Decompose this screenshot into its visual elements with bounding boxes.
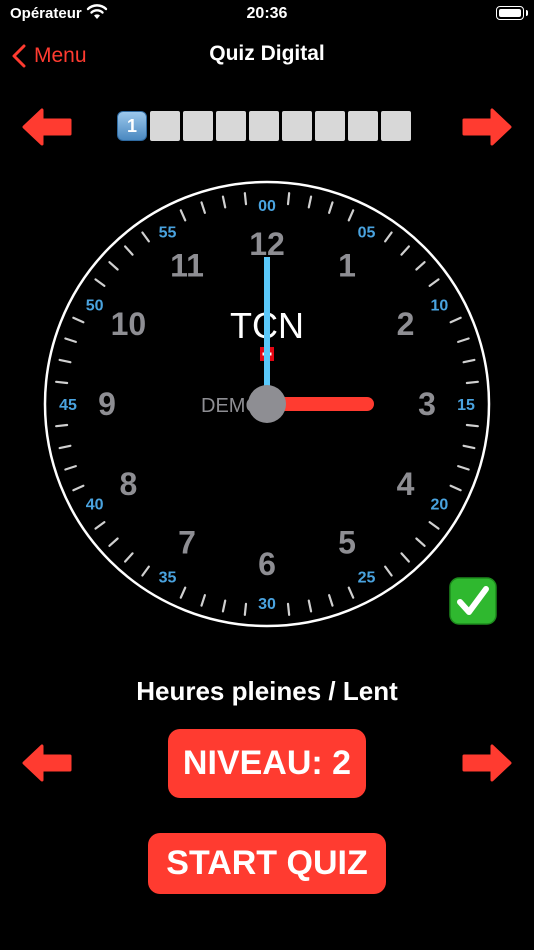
next-question-arrow-icon[interactable] [462, 108, 512, 146]
hour-numeral: 6 [258, 546, 276, 582]
battery-icon [496, 6, 528, 20]
minute-label: 15 [457, 397, 475, 414]
minute-label: 45 [59, 397, 77, 414]
minute-tick [286, 192, 291, 206]
progress-cell [348, 111, 378, 141]
progress-cell [150, 111, 180, 141]
hour-numeral: 4 [397, 466, 415, 502]
previous-question-arrow-icon[interactable] [22, 108, 72, 146]
hour-numeral: 1 [338, 247, 356, 283]
minute-tick [465, 380, 479, 385]
progress-cell [282, 111, 312, 141]
progress-cell-current: 1 [117, 111, 147, 141]
page-title: Quiz Digital [209, 42, 325, 65]
center-pin [248, 385, 286, 423]
minute-label: 55 [159, 225, 177, 242]
hour-numeral: 12 [249, 226, 285, 262]
minute-label: 20 [430, 497, 448, 514]
mode-label: Heures pleines / Lent [136, 676, 398, 706]
minute-label: 30 [258, 596, 276, 613]
hour-numeral: 5 [338, 525, 356, 561]
check-mark-icon [449, 577, 497, 625]
progress-cell [216, 111, 246, 141]
start-quiz-button[interactable]: START QUIZ [148, 833, 386, 894]
hour-numeral: 9 [98, 386, 116, 422]
hour-numeral: 8 [120, 466, 138, 502]
minute-tick [55, 380, 69, 385]
minute-label: 50 [86, 298, 104, 315]
minute-label: 25 [358, 569, 376, 586]
minute-tick [243, 602, 248, 616]
progress-cell [381, 111, 411, 141]
minute-label: 05 [358, 225, 376, 242]
minute-tick [465, 423, 479, 428]
level-button[interactable]: NIVEAU: 2 [168, 729, 366, 798]
minute-label: 10 [430, 298, 448, 315]
status-bar: Opérateur 20:36 [0, 0, 534, 32]
hour-numeral: 11 [170, 247, 204, 283]
hour-numeral: 3 [418, 386, 436, 422]
hour-numeral: 7 [178, 525, 196, 561]
level-up-arrow-icon[interactable] [462, 744, 512, 782]
minute-tick [243, 192, 248, 206]
minute-tick [55, 423, 69, 428]
minute-label: 35 [159, 569, 177, 586]
progress-cell [249, 111, 279, 141]
progress-cell [183, 111, 213, 141]
status-time: 20:36 [246, 5, 288, 22]
hour-numeral: 10 [111, 306, 147, 342]
analog-clock: 000510152025303540455055121234567891011T… [43, 180, 491, 628]
hour-numeral: 2 [397, 306, 415, 342]
level-down-arrow-icon[interactable] [22, 744, 72, 782]
progress-cell [315, 111, 345, 141]
minute-tick [286, 602, 291, 616]
minute-label: 00 [258, 198, 276, 215]
minute-label: 40 [86, 497, 104, 514]
question-progress: 1 [117, 111, 411, 141]
